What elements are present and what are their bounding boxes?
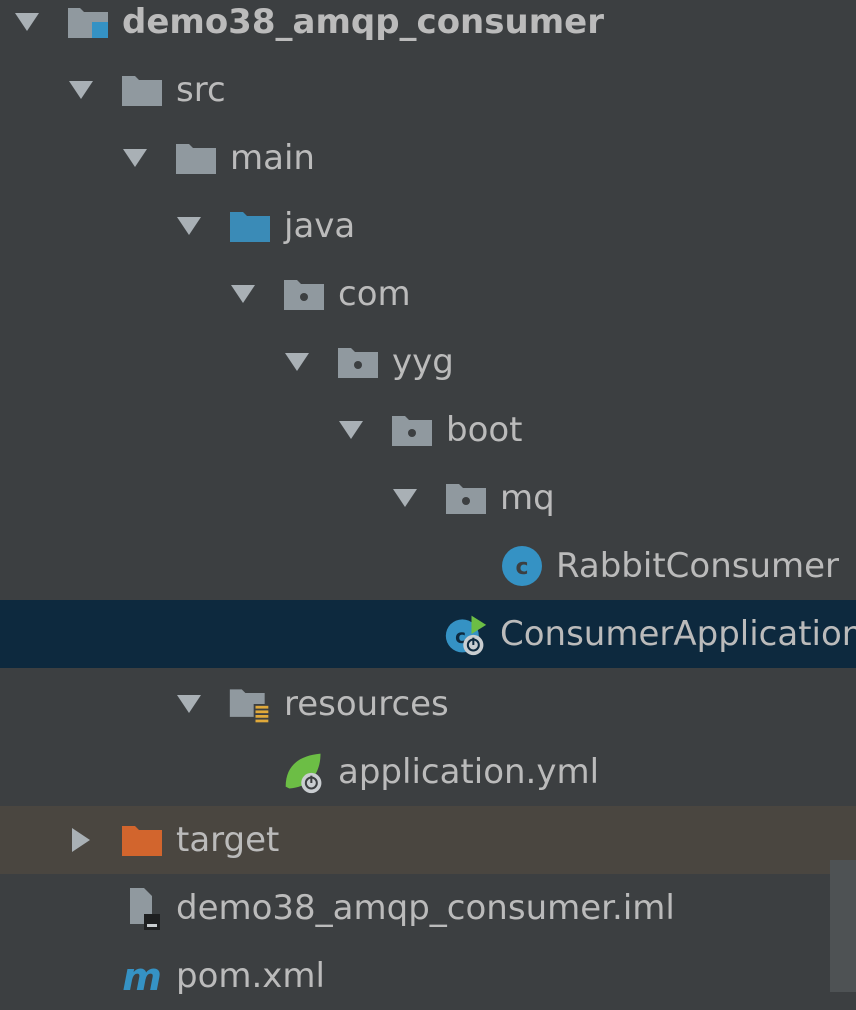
tree-item-iml-file[interactable]: demo38_amqp_consumer.iml xyxy=(0,874,856,942)
svg-text:c: c xyxy=(515,555,528,580)
tree-item-label: application.yml xyxy=(338,752,600,792)
expand-arrow-icon[interactable] xyxy=(120,143,150,173)
folder-icon xyxy=(120,68,164,112)
vertical-scrollbar[interactable] xyxy=(830,860,856,992)
tree-item-label: target xyxy=(176,820,280,860)
tree-item-target[interactable]: target xyxy=(0,806,856,874)
resources-folder-icon xyxy=(228,682,272,726)
expand-arrow-icon[interactable] xyxy=(390,483,420,513)
excluded-folder-icon xyxy=(120,818,164,862)
expand-arrow-icon[interactable] xyxy=(66,75,96,105)
tree-item-label: yyg xyxy=(392,342,454,382)
tree-item-boot[interactable]: boot xyxy=(0,396,856,464)
tree-item-label: RabbitConsumer xyxy=(556,546,840,586)
expand-arrow-icon[interactable] xyxy=(174,211,204,241)
spring-boot-class-icon: c xyxy=(444,612,488,656)
tree-item-label: resources xyxy=(284,684,449,724)
tree-item-label: ConsumerApplication xyxy=(500,614,856,654)
tree-item-java[interactable]: java xyxy=(0,192,856,260)
package-icon xyxy=(390,408,434,452)
tree-item-pom-xml[interactable]: m pom.xml xyxy=(0,942,856,1010)
tree-item-label: com xyxy=(338,274,411,314)
tree-item-main[interactable]: main xyxy=(0,124,856,192)
tree-item-label: demo38_amqp_consumer.iml xyxy=(176,888,675,928)
tree-item-application-yml[interactable]: application.yml xyxy=(0,738,856,806)
source-root-folder-icon xyxy=(228,204,272,248)
tree-item-src[interactable]: src xyxy=(0,56,856,124)
tree-item-label: demo38_amqp_consumer xyxy=(122,2,604,42)
tree-item-label: src xyxy=(176,70,226,110)
tree-item-demo38-amqp-consumer[interactable]: demo38_amqp_consumer xyxy=(0,0,856,56)
expand-arrow-icon[interactable] xyxy=(336,415,366,445)
package-icon xyxy=(336,340,380,384)
module-folder-icon xyxy=(66,0,110,44)
java-class-icon: c xyxy=(500,544,544,588)
folder-icon xyxy=(174,136,218,180)
spring-config-icon xyxy=(282,750,326,794)
tree-item-label: boot xyxy=(446,410,523,450)
expand-arrow-icon[interactable] xyxy=(12,7,42,37)
tree-item-rabbitconsumer[interactable]: c RabbitConsumer xyxy=(0,532,856,600)
expand-arrow-icon[interactable] xyxy=(174,689,204,719)
package-icon xyxy=(444,476,488,520)
tree-item-label: main xyxy=(230,138,315,178)
tree-item-consumerapplication[interactable]: c ConsumerApplication xyxy=(0,600,856,668)
collapse-arrow-icon[interactable] xyxy=(66,825,96,855)
tree-item-label: pom.xml xyxy=(176,956,325,996)
package-icon xyxy=(282,272,326,316)
iml-file-icon xyxy=(120,886,164,930)
tree-item-yyg[interactable]: yyg xyxy=(0,328,856,396)
expand-arrow-icon[interactable] xyxy=(282,347,312,377)
tree-item-mq[interactable]: mq xyxy=(0,464,856,532)
tree-item-com[interactable]: com xyxy=(0,260,856,328)
tree-item-label: mq xyxy=(500,478,555,518)
project-tree: demo38_amqp_consumer src main java com y… xyxy=(0,0,856,998)
tree-item-label: java xyxy=(284,206,356,246)
expand-arrow-icon[interactable] xyxy=(228,279,258,309)
maven-icon: m xyxy=(120,954,164,998)
tree-item-resources[interactable]: resources xyxy=(0,670,856,738)
